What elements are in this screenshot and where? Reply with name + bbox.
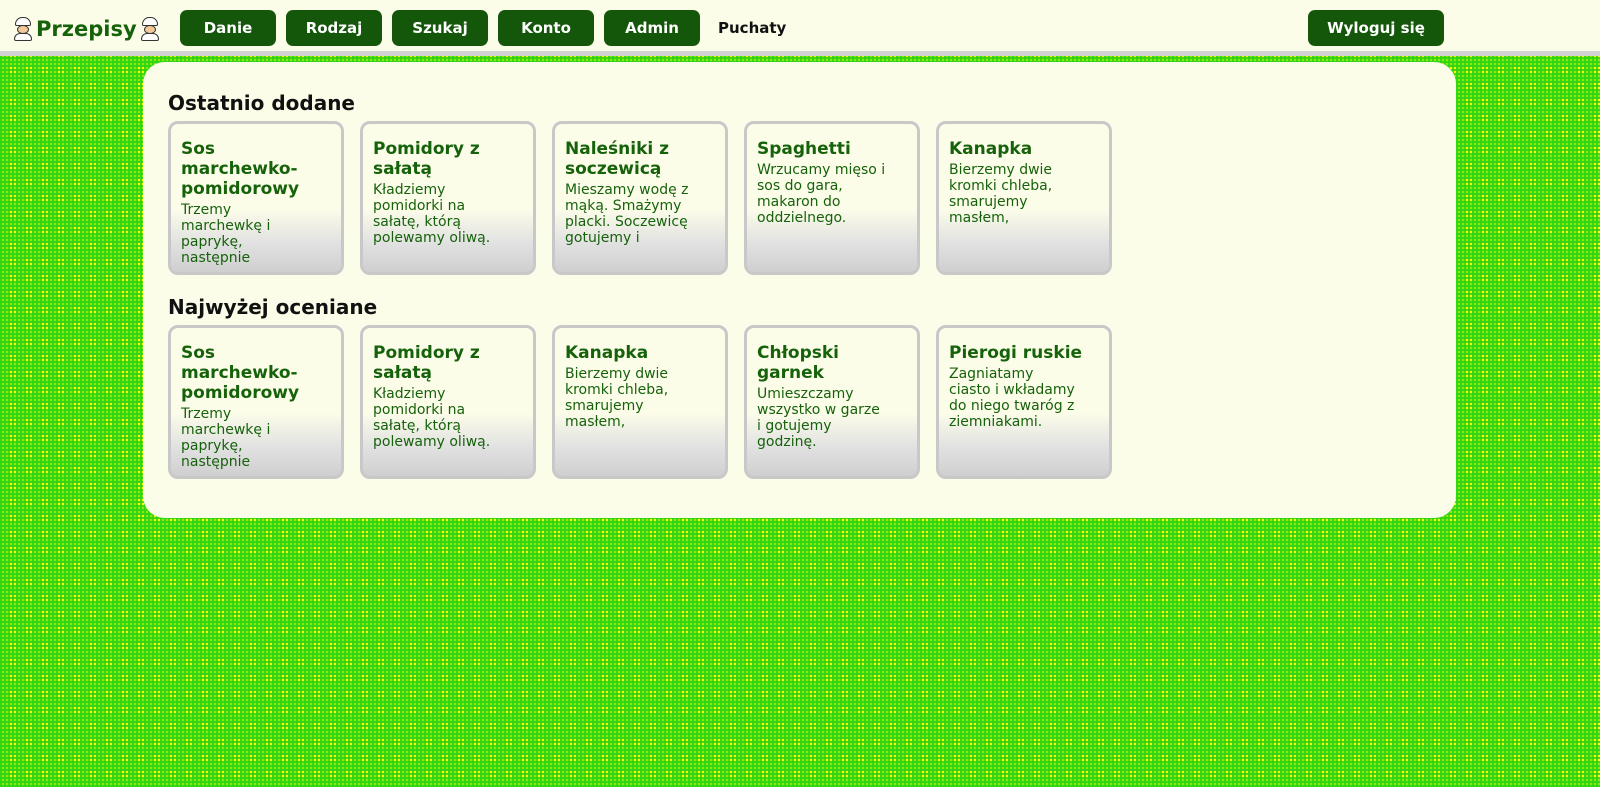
recipe-description: Trzemy marchewkę i paprykę, następnie <box>181 406 271 470</box>
nav-button-danie[interactable]: Danie <box>180 10 276 46</box>
nav-button-rodzaj[interactable]: Rodzaj <box>286 10 382 46</box>
recipe-description: Umieszczamy wszystko w garze i gotujemy … <box>757 386 880 450</box>
recipe-card[interactable]: Sos marchewko-pomidorowy Trzemy marchewk… <box>168 121 344 275</box>
recipe-description: Mieszamy wodę z mąką. Smażymy placki. So… <box>565 182 689 246</box>
recipe-title: Pierogi ruskie <box>949 343 1083 363</box>
recipe-card[interactable]: Naleśniki z soczewicą Mieszamy wodę z mą… <box>552 121 728 275</box>
recipe-title: Sos marchewko-pomidorowy <box>181 343 300 403</box>
recipe-description: Trzemy marchewkę i paprykę, następnie <box>181 202 271 266</box>
recipe-card[interactable]: Pomidory z sałatą Kładziemy pomidorki na… <box>360 325 536 479</box>
recipe-title: Chłopski garnek <box>757 343 839 383</box>
recipe-description: Bierzemy dwie kromki chleba, smarujemy m… <box>565 366 669 430</box>
main-content-panel: Ostatnio dodane Sos marchewko-pomidorowy… <box>143 62 1456 518</box>
recipe-title: Pomidory z sałatą <box>373 343 480 383</box>
recipe-card[interactable]: Pomidory z sałatą Kładziemy pomidorki na… <box>360 121 536 275</box>
recipe-title: Naleśniki z soczewicą <box>565 139 670 179</box>
logo-text: Przepisy <box>36 17 137 41</box>
recipe-title: Spaghetti <box>757 139 851 159</box>
section-title-recent: Ostatnio dodane <box>168 91 355 115</box>
nav-button-admin[interactable]: Admin <box>604 10 700 46</box>
recipe-card[interactable]: Spaghetti Wrzucamy mięso i sos do gara, … <box>744 121 920 275</box>
recipe-card[interactable]: Kanapka Bierzemy dwie kromki chleba, sma… <box>936 121 1112 275</box>
nav-button-konto[interactable]: Konto <box>498 10 594 46</box>
site-logo[interactable]: Przepisy <box>12 14 161 44</box>
recipe-description: Kładziemy pomidorki na sałatę, którą pol… <box>373 386 491 450</box>
recipe-title: Sos marchewko-pomidorowy <box>181 139 300 199</box>
recipe-description: Kładziemy pomidorki na sałatę, którą pol… <box>373 182 491 246</box>
recipe-title: Kanapka <box>949 139 1033 159</box>
recipe-title: Kanapka <box>565 343 649 363</box>
chef-icon <box>12 17 34 41</box>
recipe-description: Bierzemy dwie kromki chleba, smarujemy m… <box>949 162 1053 226</box>
recipe-description: Wrzucamy mięso i sos do gara, makaron do… <box>757 162 886 226</box>
recipe-description: Zagniatamy ciasto i wkładamy do niego tw… <box>949 366 1075 430</box>
username-label: Puchaty <box>718 19 787 37</box>
section-title-top-rated: Najwyżej oceniane <box>168 295 378 319</box>
chef-icon <box>139 17 161 41</box>
logout-button[interactable]: Wyloguj się <box>1308 10 1444 46</box>
recipe-card[interactable]: Pierogi ruskie Zagniatamy ciasto i wkład… <box>936 325 1112 479</box>
nav-button-szukaj[interactable]: Szukaj <box>392 10 488 46</box>
recipe-title: Pomidory z sałatą <box>373 139 480 179</box>
top-navigation-bar: Przepisy Danie Rodzaj Szukaj Konto Admin… <box>0 0 1600 56</box>
recipe-card[interactable]: Sos marchewko-pomidorowy Trzemy marchewk… <box>168 325 344 479</box>
recipe-card[interactable]: Chłopski garnek Umieszczamy wszystko w g… <box>744 325 920 479</box>
recipe-card[interactable]: Kanapka Bierzemy dwie kromki chleba, sma… <box>552 325 728 479</box>
